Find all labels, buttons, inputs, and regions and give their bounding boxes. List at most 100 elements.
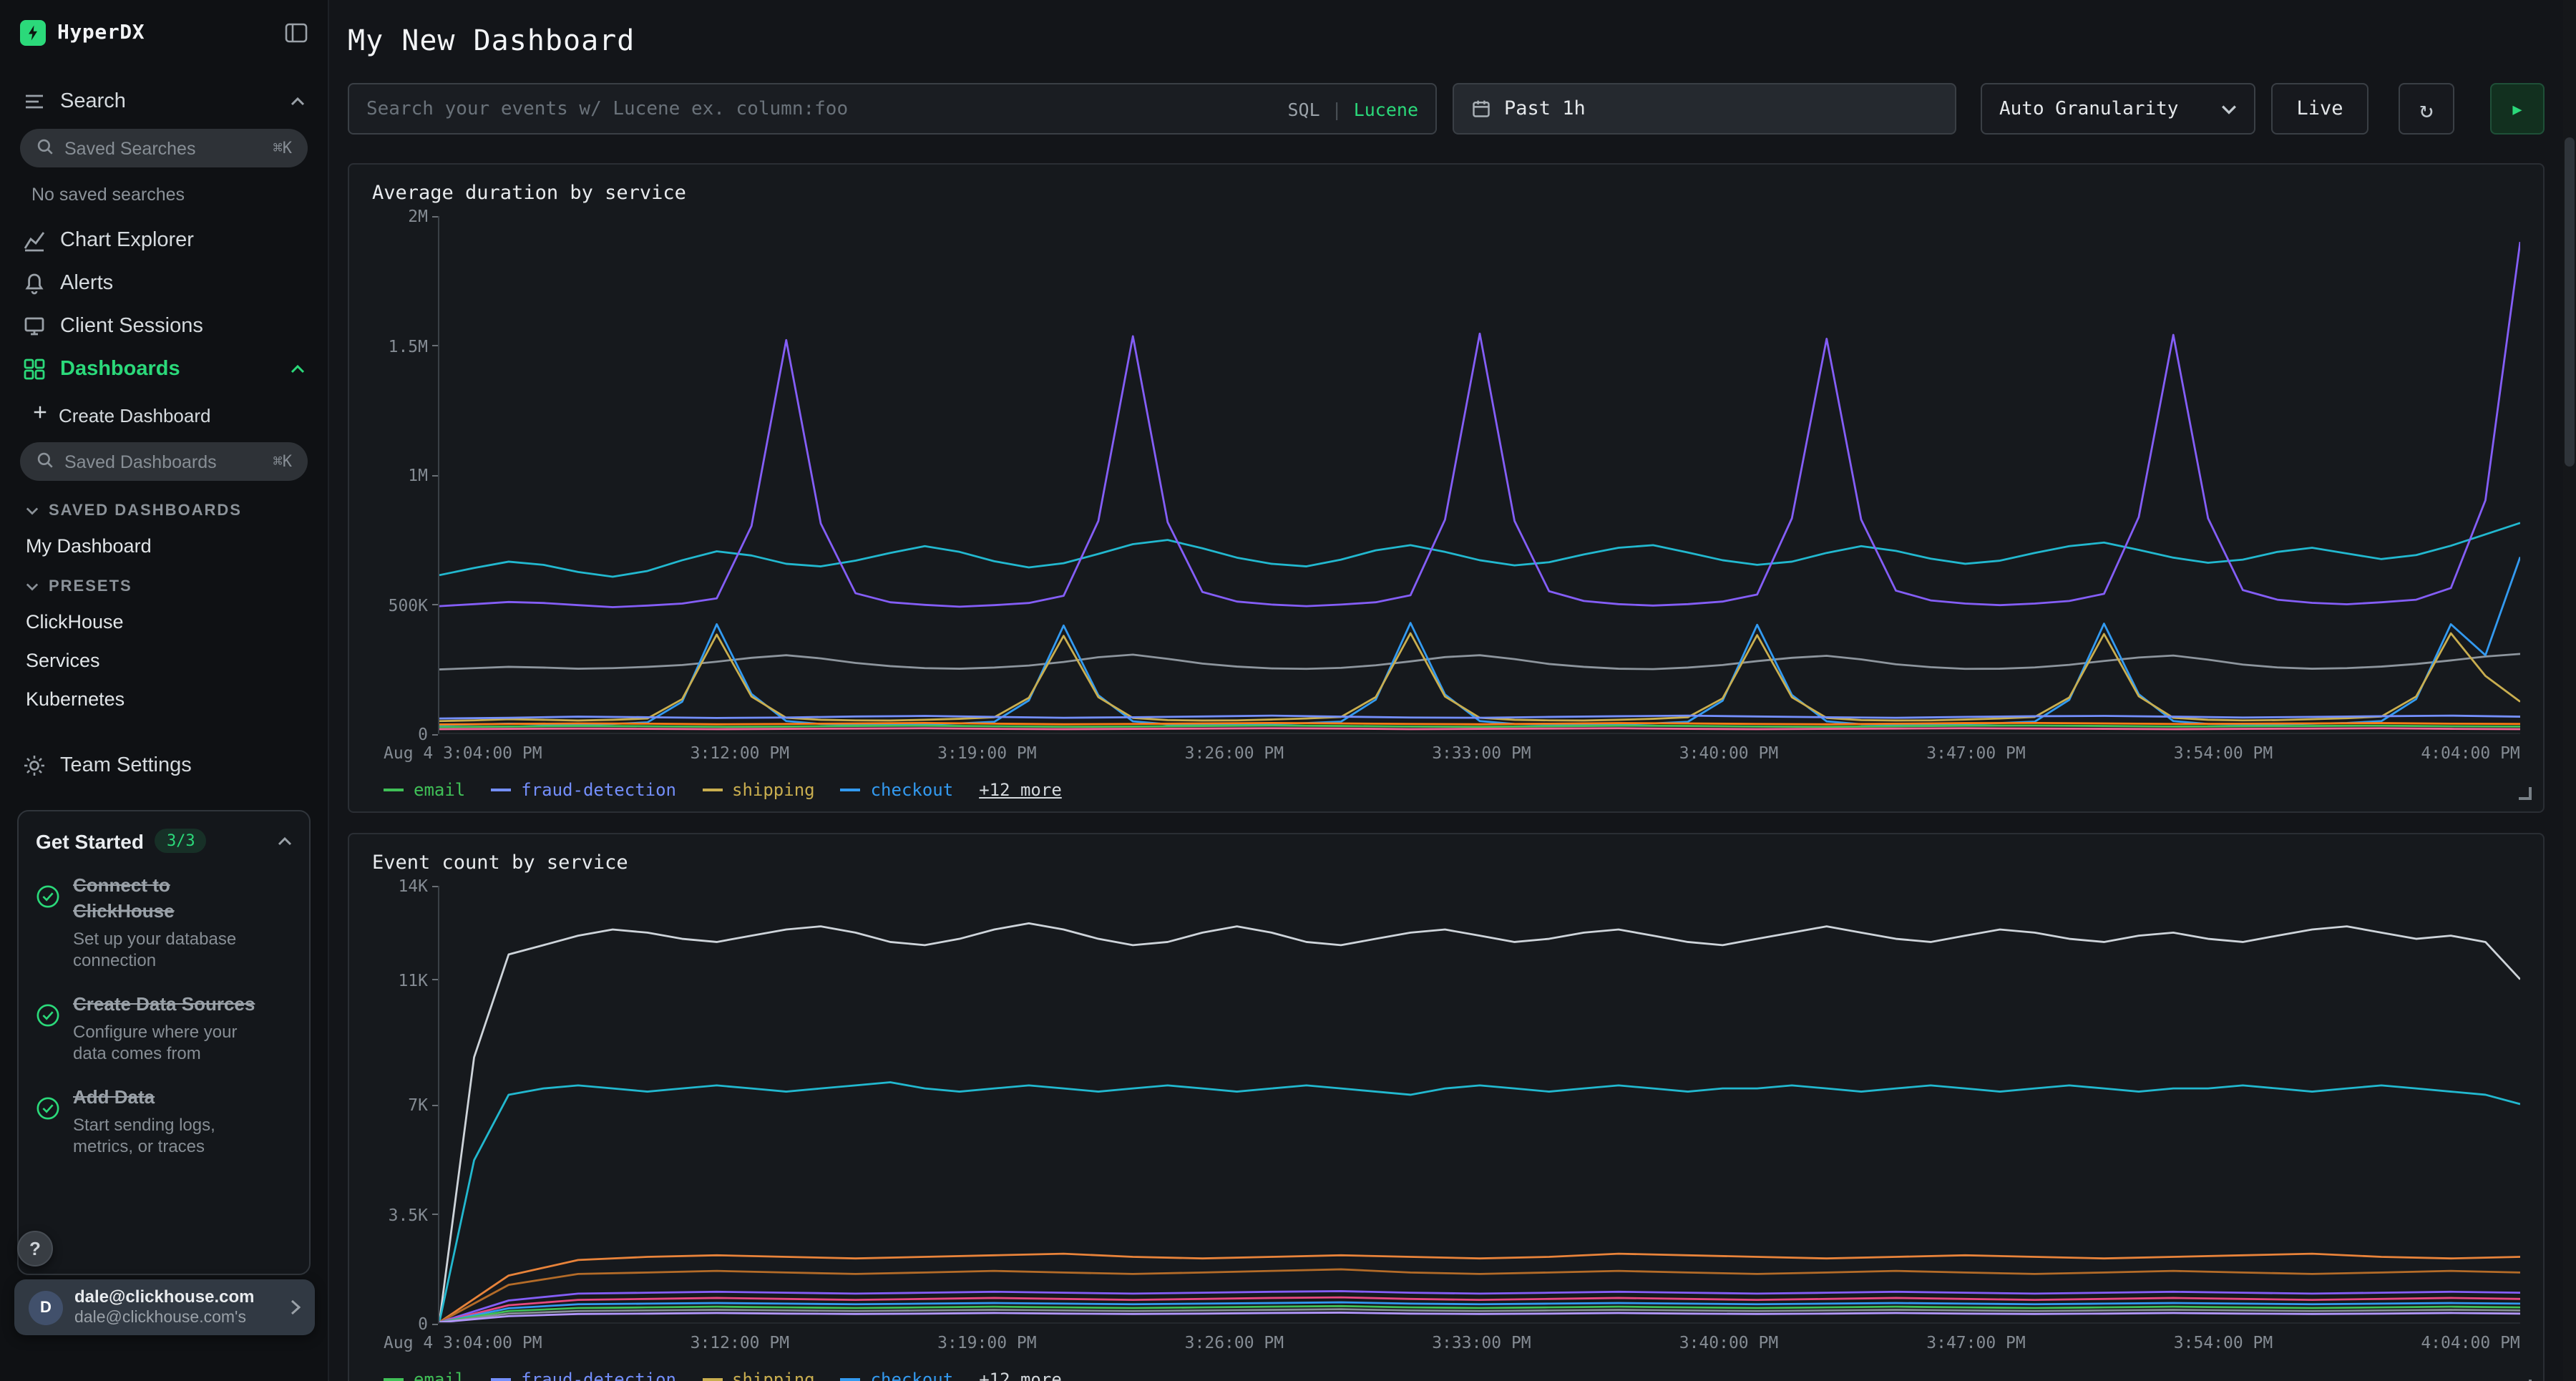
saved-dashboards-heading-label: SAVED DASHBOARDS <box>49 502 242 519</box>
series-line-shipping <box>439 633 2520 721</box>
user-menu[interactable]: D dale@clickhouse.com dale@clickhouse.co… <box>14 1279 315 1335</box>
get-started-card: Get Started 3/3 Connect to ClickHouse Se… <box>17 810 311 1275</box>
shortcut-badge: ⌘K <box>273 452 293 471</box>
collapse-sidebar-icon[interactable] <box>285 23 308 43</box>
sidebar-section-search-label: Search <box>60 90 126 113</box>
avatar: D <box>29 1290 63 1324</box>
sidebar-item-team-settings[interactable]: Team Settings <box>17 744 311 787</box>
sidebar-item-client-sessions[interactable]: Client Sessions <box>17 305 311 348</box>
chart-canvas <box>439 216 2520 733</box>
brand-name[interactable]: HyperDX <box>57 21 145 44</box>
x-tick-label: 3:54:00 PM <box>2174 1332 2273 1352</box>
chart-title: Event count by service <box>372 851 2520 877</box>
live-button[interactable]: Live <box>2271 83 2368 135</box>
line-chart-event-count: 03.5K7K11K14K Aug 4 3:04:00 PM3:12:00 PM… <box>372 886 2520 1381</box>
dashboard-item-my-dashboard[interactable]: My Dashboard <box>17 527 311 565</box>
run-query-button[interactable]: ▶ <box>2490 83 2545 135</box>
step-desc: Set up your database connection <box>73 929 256 972</box>
x-tick-label: 3:12:00 PM <box>691 1332 790 1352</box>
legend-item-checkout[interactable]: checkout <box>841 780 954 800</box>
legend-dash <box>384 1378 404 1381</box>
legend-item-shipping[interactable]: shipping <box>702 1370 815 1381</box>
dashboard-controls: Search your events w/ Lucene ex. column:… <box>348 83 2545 135</box>
legend-item-fraud-detection[interactable]: fraud-detection <box>491 780 676 800</box>
x-tick-label: 3:47:00 PM <box>1926 743 2026 763</box>
presets-heading-label: PRESETS <box>49 578 132 595</box>
saved-dashboards-heading[interactable]: SAVED DASHBOARDS <box>17 489 311 527</box>
language-toggle-lucene[interactable]: Lucene <box>1354 98 1418 119</box>
plus-icon <box>31 404 49 426</box>
event-search-placeholder: Search your events w/ Lucene ex. column:… <box>366 98 848 119</box>
sidebar-item-chart-explorer[interactable]: Chart Explorer <box>17 219 311 262</box>
create-dashboard-button[interactable]: Create Dashboard <box>17 391 311 436</box>
get-started-title: Get Started <box>36 829 144 852</box>
presets-heading[interactable]: PRESETS <box>17 565 311 602</box>
scrollbar-thumb[interactable] <box>2565 137 2575 467</box>
y-axis: 03.5K7K11K14K <box>372 886 438 1324</box>
sidebar-item-label: Client Sessions <box>60 315 203 338</box>
get-started-progress-badge: 3/3 <box>155 829 207 853</box>
y-tick-label: 11K <box>398 970 438 990</box>
series-line-other-pink <box>439 728 2520 729</box>
legend-item-shipping[interactable]: shipping <box>702 780 815 800</box>
preset-item-kubernetes[interactable]: Kubernetes <box>17 680 311 718</box>
y-tick-label: 3.5K <box>389 1204 438 1224</box>
x-tick-label: 3:26:00 PM <box>1185 1332 1284 1352</box>
sidebar-item-label: Chart Explorer <box>60 229 194 252</box>
help-button[interactable]: ? <box>17 1231 53 1267</box>
chevron-up-icon <box>291 365 305 374</box>
chart-legend: email fraud-detection shipping checkout +12 … <box>384 763 2520 803</box>
page-scrollbar <box>2563 0 2576 1381</box>
saved-searches-placeholder: Saved Searches <box>64 138 195 158</box>
preset-item-services[interactable]: Services <box>17 641 311 680</box>
search-icon <box>36 137 54 160</box>
refresh-button[interactable]: ↻ <box>2399 83 2454 135</box>
preset-item-clickhouse[interactable]: ClickHouse <box>17 602 311 641</box>
x-tick-label: 4:04:00 PM <box>2421 1332 2520 1352</box>
series-line-fraud-detection <box>439 716 2520 718</box>
granularity-value: Auto Granularity <box>1999 98 2178 119</box>
plot-area <box>438 886 2520 1324</box>
chevron-right-icon <box>291 1299 301 1315</box>
saved-searches-input[interactable]: Saved Searches ⌘K <box>20 129 308 167</box>
series-line-other-cyan <box>439 523 2520 577</box>
get-started-header[interactable]: Get Started 3/3 <box>36 829 292 853</box>
legend-more-link[interactable]: +12 more <box>979 1370 1062 1381</box>
legend-item-email[interactable]: email <box>384 780 465 800</box>
search-icon <box>36 450 54 473</box>
x-tick-label: 3:33:00 PM <box>1432 743 1531 763</box>
hyperdx-logo[interactable] <box>20 20 46 46</box>
panel-resize-handle[interactable] <box>2519 787 2532 800</box>
legend-item-checkout[interactable]: checkout <box>841 1370 954 1381</box>
saved-dashboards-placeholder: Saved Dashboards <box>64 452 217 472</box>
sidebar-item-dashboards[interactable]: Dashboards <box>17 348 311 391</box>
sidebar-item-alerts[interactable]: Alerts <box>17 262 311 305</box>
get-started-step[interactable]: Create Data Sources Configure where your… <box>36 992 292 1065</box>
step-desc: Configure where your data comes from <box>73 1022 256 1065</box>
event-search-input[interactable]: Search your events w/ Lucene ex. column:… <box>348 83 1437 135</box>
x-axis: Aug 4 3:04:00 PM3:12:00 PM3:19:00 PM3:26… <box>384 1324 2520 1352</box>
monitor-icon <box>23 315 46 338</box>
granularity-select[interactable]: Auto Granularity <box>1981 83 2255 135</box>
sidebar-section-search[interactable]: Search <box>17 80 311 123</box>
legend-dash <box>841 1378 861 1381</box>
legend-item-email[interactable]: email <box>384 1370 465 1381</box>
legend-item-fraud-detection[interactable]: fraud-detection <box>491 1370 676 1381</box>
calendar-icon <box>1471 99 1491 119</box>
y-tick-label: 0 <box>418 1314 438 1334</box>
get-started-step[interactable]: Connect to ClickHouse Set up your databa… <box>36 873 292 972</box>
saved-dashboards-input[interactable]: Saved Dashboards ⌘K <box>20 442 308 481</box>
y-tick-label: 2M <box>408 206 438 226</box>
series-line-other-purple <box>439 242 2520 607</box>
legend-more-link[interactable]: +12 more <box>979 780 1062 800</box>
time-range-value: Past 1h <box>1504 97 1586 120</box>
legend-dash <box>702 1378 722 1381</box>
series-line-series-cyan <box>439 1083 2520 1323</box>
language-toggle-sql[interactable]: SQL <box>1287 98 1319 119</box>
chevron-down-icon <box>26 502 39 519</box>
time-range-picker[interactable]: Past 1h <box>1453 83 1956 135</box>
series-line-series-gray <box>439 1309 2520 1322</box>
y-tick-label: 14K <box>398 876 438 896</box>
get-started-step[interactable]: Add Data Start sending logs, metrics, or… <box>36 1085 292 1158</box>
x-tick-label: 3:12:00 PM <box>691 743 790 763</box>
